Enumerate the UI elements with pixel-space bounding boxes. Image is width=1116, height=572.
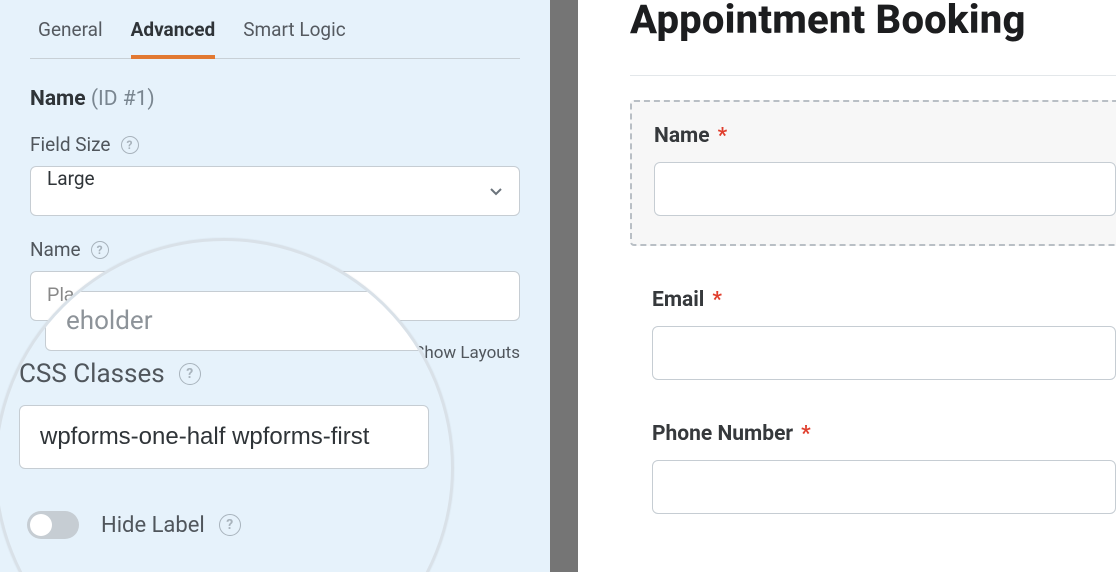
divider-line [630, 75, 1116, 76]
required-asterisk: * [801, 422, 811, 446]
field-id-text: (ID #1) [91, 87, 155, 111]
tab-smart-logic[interactable]: Smart Logic [243, 18, 345, 59]
field-label-phone: Phone Number * [652, 422, 1116, 446]
field-label-name: Name * [654, 124, 1116, 148]
magnifier-lens: eholder CSS Classes ? Hide Label ? [0, 238, 454, 572]
help-icon[interactable]: ? [121, 136, 139, 154]
field-size-select[interactable]: Large [30, 166, 520, 216]
tab-advanced[interactable]: Advanced [131, 18, 216, 59]
required-asterisk: * [718, 124, 728, 148]
css-classes-label: CSS Classes ? [19, 359, 429, 389]
required-asterisk: * [712, 288, 722, 312]
panel-divider [550, 0, 578, 572]
preview-field-email[interactable]: Email * [630, 266, 1116, 380]
form-title: Appointment Booking [630, 0, 1116, 43]
field-label-email: Email * [652, 288, 1116, 312]
css-classes-input[interactable] [19, 405, 429, 469]
field-heading: Name (ID #1) [30, 87, 520, 111]
help-icon[interactable]: ? [219, 514, 241, 536]
preview-field-phone[interactable]: Phone Number * [630, 400, 1116, 514]
tab-general[interactable]: General [38, 18, 103, 59]
preview-field-name[interactable]: Name * [630, 100, 1116, 246]
field-options-panel: General Advanced Smart Logic Name (ID #1… [0, 0, 550, 572]
hide-label-text: Hide Label ? [101, 513, 241, 538]
help-icon[interactable]: ? [179, 363, 201, 385]
hide-label-toggle[interactable] [27, 511, 79, 539]
field-name-label: Name [30, 87, 86, 111]
name-input-preview[interactable] [654, 162, 1116, 216]
tabs: General Advanced Smart Logic [30, 0, 520, 59]
form-preview-panel: Appointment Booking Name * Email * Phone… [578, 0, 1116, 572]
help-icon[interactable]: ? [91, 241, 109, 259]
phone-input-preview[interactable] [652, 460, 1116, 514]
email-input-preview[interactable] [652, 326, 1116, 380]
field-size-label: Field Size ? [30, 133, 520, 156]
